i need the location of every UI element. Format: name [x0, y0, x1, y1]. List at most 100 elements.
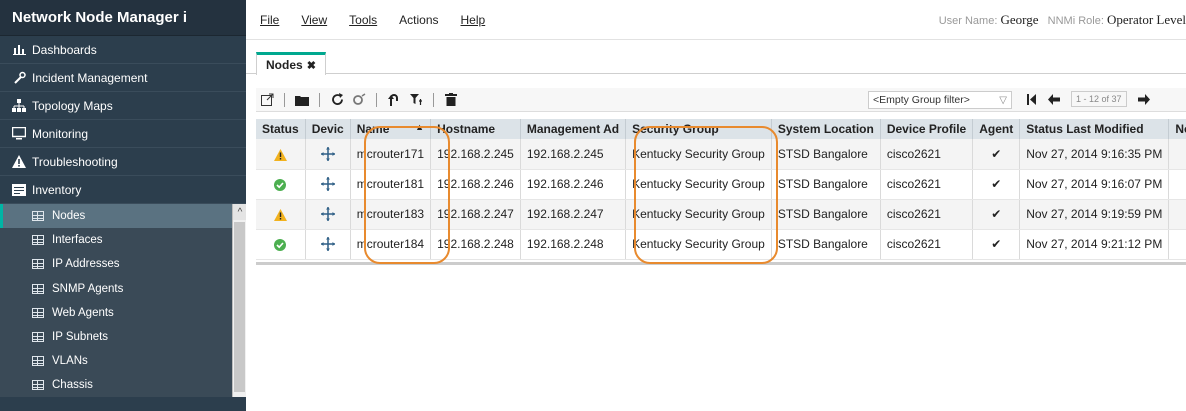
table-row[interactable]: mcrouter184 192.168.2.248 192.168.2.248 … [256, 229, 1186, 260]
auto-refresh-icon[interactable] [350, 91, 368, 109]
column-header-device-profile[interactable]: Device Profile [880, 119, 974, 139]
menu-file[interactable]: File [260, 13, 279, 27]
sidebar-item-label: IP Addresses [52, 258, 120, 271]
menubar: File View Tools Actions Help User Name: … [246, 0, 1186, 40]
clear-filter-icon[interactable] [407, 91, 425, 109]
table-icon [32, 380, 44, 391]
table-row[interactable]: mcrouter183 192.168.2.247 192.168.2.247 … [256, 199, 1186, 230]
toolbar: <Empty Group filter> ▽ 1 - 12 of 37 [256, 88, 1186, 112]
table-icon [32, 307, 44, 318]
sidebar-item-incident-management[interactable]: Incident Management [0, 64, 246, 92]
group-filter-select[interactable]: <Empty Group filter> ▽ [868, 91, 1012, 109]
sidebar-item-nodes[interactable]: Nodes [0, 204, 246, 229]
sidebar-item-label: Troubleshooting [32, 154, 118, 169]
sidebar-scrollbar[interactable]: ^ [232, 204, 246, 397]
sidebar-item-label: Nodes [52, 210, 86, 223]
device-profile-cell: cisco2621 [880, 199, 974, 230]
column-header-management-address[interactable]: Management Ad [520, 119, 627, 139]
device-cell [305, 169, 351, 200]
next-page-icon[interactable] [1135, 90, 1153, 108]
column-header-status[interactable]: Status [256, 119, 306, 139]
management-address-cell: 192.168.2.245 [520, 139, 627, 170]
notes-cell [1168, 169, 1186, 200]
menu-help[interactable]: Help [461, 13, 486, 27]
sidebar-item-label: Inventory [32, 182, 82, 197]
table-icon [32, 235, 44, 246]
sidebar-item-dashboards[interactable]: Dashboards [0, 36, 246, 64]
name-cell: mcrouter171 [350, 139, 432, 170]
column-header-hostname[interactable]: Hostname [430, 119, 521, 139]
status-last-modified-cell: Nov 27, 2014 9:19:59 PM [1019, 199, 1170, 230]
close-icon[interactable]: ✖ [307, 60, 316, 72]
device-profile-cell: cisco2621 [880, 169, 974, 200]
table-row[interactable]: mcrouter181 192.168.2.246 192.168.2.246 … [256, 169, 1186, 200]
wrench-icon [12, 71, 26, 85]
column-header-agent[interactable]: Agent [972, 119, 1021, 139]
folder-icon[interactable] [293, 91, 311, 109]
sidebar-item-troubleshooting[interactable]: Troubleshooting [0, 148, 246, 176]
first-page-icon[interactable] [1023, 90, 1041, 108]
column-header-status-last-modified[interactable]: Status Last Modified [1019, 119, 1170, 139]
column-header-label: Name [356, 122, 390, 136]
tab-label: Nodes [266, 58, 303, 72]
app-title: Network Node Manager i [0, 0, 246, 36]
sidebar-item-ip-addresses[interactable]: IP Addresses [0, 252, 246, 276]
sidebar-item-label: SNMP Agents [52, 282, 124, 295]
management-address-cell: 192.168.2.247 [520, 199, 627, 230]
sidebar-item-interfaces[interactable]: Interfaces [0, 228, 246, 252]
menu-view[interactable]: View [301, 13, 327, 27]
system-location-cell: STSD Bangalore [771, 199, 881, 230]
undo-icon[interactable] [385, 91, 403, 109]
tab-nodes[interactable]: Nodes ✖ [256, 52, 326, 75]
device-cell [305, 139, 351, 170]
column-header-security-group[interactable]: Security Group [625, 119, 772, 139]
sidebar-item-label: Chassis [52, 379, 93, 392]
normal-status-icon [274, 238, 287, 251]
column-header-system-location[interactable]: System Location [771, 119, 881, 139]
menu-actions[interactable]: Actions [399, 13, 438, 27]
chevron-down-icon: ▽ [999, 95, 1007, 106]
name-cell: mcrouter183 [350, 199, 432, 230]
sidebar-item-vlans[interactable]: VLANs [0, 349, 246, 373]
delete-icon[interactable] [442, 91, 460, 109]
column-header-device[interactable]: Devic [305, 119, 351, 139]
router-device-icon [320, 177, 335, 192]
system-location-cell: STSD Bangalore [771, 169, 881, 200]
user-info: User Name: George NNMi Role: Operator Le… [939, 0, 1186, 40]
tab-bar: Nodes ✖ [246, 40, 1186, 75]
security-group-cell: Kentucky Security Group [625, 199, 772, 230]
prev-page-icon[interactable] [1045, 90, 1063, 108]
hostname-cell: 192.168.2.245 [430, 139, 521, 170]
system-location-cell: STSD Bangalore [771, 139, 881, 170]
status-cell [256, 169, 306, 200]
sidebar-item-inventory[interactable]: Inventory [0, 176, 246, 204]
refresh-icon[interactable] [328, 91, 346, 109]
menu-tools[interactable]: Tools [349, 13, 377, 27]
role-label: NNMi Role: [1047, 15, 1104, 27]
sidebar-item-monitoring[interactable]: Monitoring [0, 120, 246, 148]
column-header-name[interactable]: Name ▲ [350, 119, 432, 139]
agent-check-icon: ✔ [972, 169, 1021, 200]
sidebar-item-label: Dashboards [32, 42, 97, 57]
scroll-up-icon[interactable]: ^ [233, 204, 246, 220]
warning-status-icon [273, 208, 287, 221]
sidebar-item-chassis[interactable]: Chassis [0, 373, 246, 397]
table-row[interactable]: mcrouter171 192.168.2.245 192.168.2.245 … [256, 139, 1186, 170]
scrollbar-thumb[interactable] [234, 222, 245, 392]
status-last-modified-cell: Nov 27, 2014 9:21:12 PM [1019, 229, 1170, 260]
hostname-cell: 192.168.2.247 [430, 199, 521, 230]
page-range[interactable]: 1 - 12 of 37 [1071, 91, 1127, 107]
sidebar-item-ip-subnets[interactable]: IP Subnets [0, 325, 246, 349]
router-device-icon [320, 207, 335, 222]
inventory-sublist: Nodes Interfaces IP Addresses SNMP Agent… [0, 204, 246, 397]
sidebar-item-topology-maps[interactable]: Topology Maps [0, 92, 246, 120]
status-last-modified-cell: Nov 27, 2014 9:16:35 PM [1019, 139, 1170, 170]
column-header-notes[interactable]: No [1168, 119, 1186, 139]
table-icon [32, 356, 44, 367]
sort-ascending-icon: ▲ [415, 122, 425, 132]
open-icon[interactable] [258, 91, 276, 109]
pager: 1 - 12 of 37 [1021, 90, 1155, 108]
toolbar-divider [319, 92, 320, 107]
sidebar-item-web-agents[interactable]: Web Agents [0, 301, 246, 325]
sidebar-item-snmp-agents[interactable]: SNMP Agents [0, 277, 246, 301]
